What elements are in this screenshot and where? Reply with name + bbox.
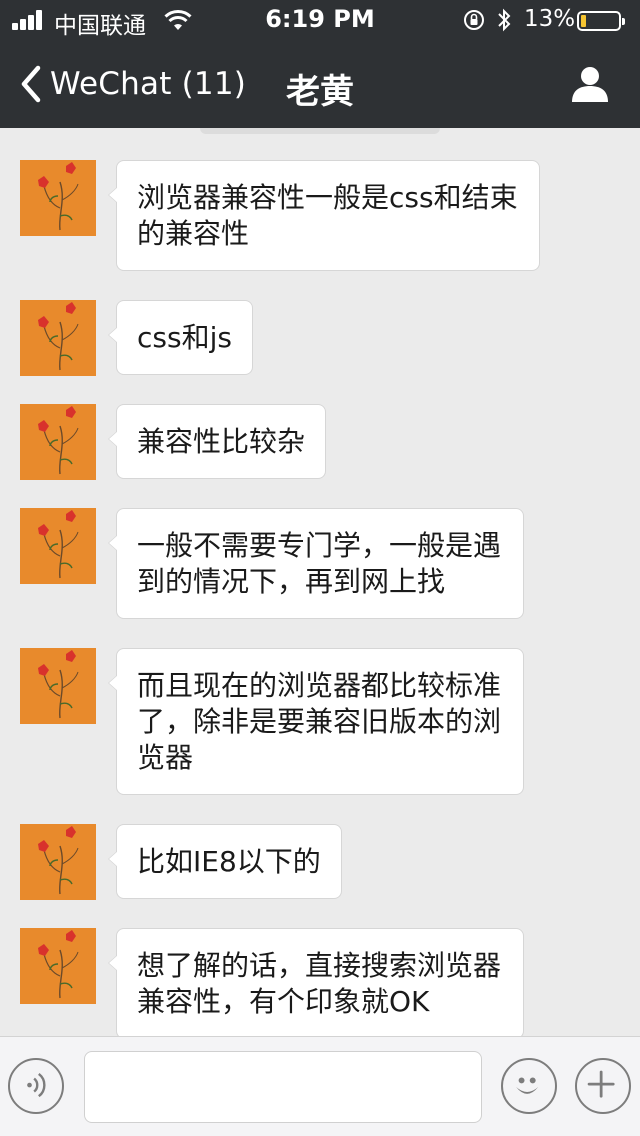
contact-avatar[interactable] xyxy=(20,928,96,1004)
contact-avatar[interactable] xyxy=(20,648,96,724)
message-bubble[interactable]: 比如IE8以下的 xyxy=(108,824,342,899)
battery-percent: 13% xyxy=(524,6,576,32)
input-bar xyxy=(0,1036,640,1136)
emoji-icon xyxy=(516,1077,539,1094)
bluetooth-icon xyxy=(498,8,511,32)
chat-title: 老黄 xyxy=(286,72,354,112)
contact-avatar[interactable] xyxy=(20,824,96,900)
plus-icon xyxy=(587,1070,615,1098)
flower-painting-image xyxy=(20,824,96,900)
flower-painting-image xyxy=(20,648,96,724)
message-bubble[interactable]: 而且现在的浏览器都比较标准了，除非是要兼容旧版本的浏览器 xyxy=(108,648,524,795)
message-bubble[interactable]: 浏览器兼容性一般是css和结束的兼容性 xyxy=(108,160,540,271)
message-input[interactable] xyxy=(84,1051,482,1123)
message-bubble[interactable]: css和js xyxy=(108,300,253,375)
message-bubble[interactable]: 一般不需要专门学，一般是遇到的情况下，再到网上找 xyxy=(108,508,524,619)
message-bubble[interactable]: 想了解的话，直接搜索浏览器兼容性，有个印象就OK xyxy=(108,928,524,1036)
rotation-lock-icon xyxy=(464,10,484,30)
flower-painting-image xyxy=(20,508,96,584)
emoji-button[interactable] xyxy=(501,1058,557,1114)
voice-button[interactable] xyxy=(8,1058,64,1114)
battery-level-fill xyxy=(581,15,586,27)
contact-avatar[interactable] xyxy=(20,508,96,584)
contact-avatar[interactable] xyxy=(20,404,96,480)
flower-painting-image xyxy=(20,928,96,1004)
more-button[interactable] xyxy=(575,1058,631,1114)
contact-avatar[interactable] xyxy=(20,160,96,236)
contact-avatar[interactable] xyxy=(20,300,96,376)
flower-painting-image xyxy=(20,404,96,480)
profile-icon[interactable] xyxy=(568,64,612,104)
message-bubble[interactable]: 兼容性比较杂 xyxy=(107,404,327,479)
message-list[interactable]: 浏览器兼容性一般是css和结束的兼容性 css和js 兼容性比较杂 一般不需要专… xyxy=(0,128,640,1036)
top-bar: 中国联通 6:19 PM 13% WeChat (11) 老黄 xyxy=(0,0,640,128)
status-bar: 中国联通 6:19 PM 13% xyxy=(0,0,640,40)
pull-indicator xyxy=(200,128,440,134)
flower-painting-image xyxy=(20,160,96,236)
voice-icon xyxy=(27,1072,46,1098)
nav-bar: WeChat (11) 老黄 xyxy=(0,40,640,128)
flower-painting-image xyxy=(20,300,96,376)
battery-icon xyxy=(577,11,625,31)
